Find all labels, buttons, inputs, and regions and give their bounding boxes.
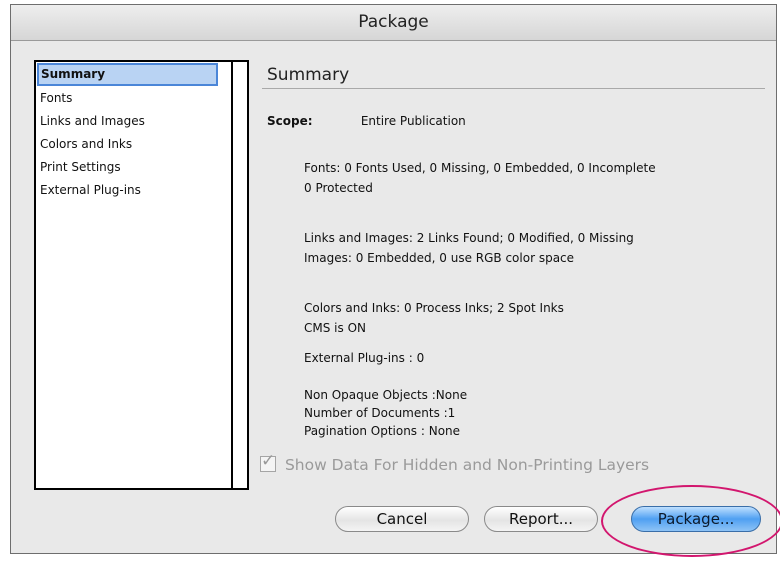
plugins-info: External Plug-ins : 0 [304, 348, 424, 368]
misc-info: Non Opaque Objects :None Number of Docum… [304, 386, 467, 440]
cancel-button[interactable]: Cancel [335, 506, 469, 532]
scope-label: Scope: [267, 114, 313, 128]
summary-heading: Summary [262, 62, 765, 89]
report-button[interactable]: Report... [484, 506, 598, 532]
show-hidden-layers-option[interactable]: ✓ Show Data For Hidden and Non-Printing … [260, 451, 650, 478]
window-title: Package [11, 5, 776, 41]
list-scrollbar[interactable] [231, 62, 247, 488]
links-info: Links and Images: 2 Links Found; 0 Modif… [304, 228, 634, 268]
scope-value: Entire Publication [360, 114, 466, 128]
fonts-info: Fonts: 0 Fonts Used, 0 Missing, 0 Embedd… [304, 158, 656, 198]
sidebar-item-external-plugins[interactable]: External Plug-ins [36, 179, 219, 202]
checkmark-icon: ✓ [261, 451, 276, 471]
sidebar-item-links-and-images[interactable]: Links and Images [36, 110, 219, 133]
show-hidden-layers-checkbox[interactable]: ✓ [260, 451, 276, 472]
package-button[interactable]: Package... [631, 506, 761, 532]
sidebar-item-colors-and-inks[interactable]: Colors and Inks [36, 133, 219, 156]
misc-info-line: Non Opaque Objects :None [304, 388, 468, 402]
colors-info-line: Colors and Inks: 0 Process Inks; 2 Spot … [304, 301, 564, 315]
fonts-info-line: 0 Protected [304, 181, 373, 195]
show-hidden-layers-label: Show Data For Hidden and Non-Printing La… [284, 456, 650, 474]
links-info-line: Links and Images: 2 Links Found; 0 Modif… [304, 231, 634, 245]
fonts-info-line: Fonts: 0 Fonts Used, 0 Missing, 0 Embedd… [304, 161, 656, 175]
links-info-line: Images: 0 Embedded, 0 use RGB color spac… [304, 251, 575, 265]
section-list: Summary Fonts Links and Images Colors an… [34, 60, 249, 490]
sidebar-item-fonts[interactable]: Fonts [36, 87, 219, 110]
scope-row: Scope: Entire Publication [267, 114, 466, 128]
sidebar-item-summary[interactable]: Summary [37, 63, 218, 86]
section-list-items: Summary Fonts Links and Images Colors an… [36, 62, 219, 488]
misc-info-line: Pagination Options : None [304, 424, 461, 438]
summary-panel: Summary Scope: Entire Publication Fonts:… [262, 62, 772, 438]
sidebar-item-print-settings[interactable]: Print Settings [36, 156, 219, 179]
colors-info: Colors and Inks: 0 Process Inks; 2 Spot … [304, 298, 564, 338]
misc-info-line: Number of Documents :1 [304, 406, 456, 420]
plugins-info-line: External Plug-ins : 0 [304, 351, 425, 365]
colors-info-line: CMS is ON [304, 321, 366, 335]
